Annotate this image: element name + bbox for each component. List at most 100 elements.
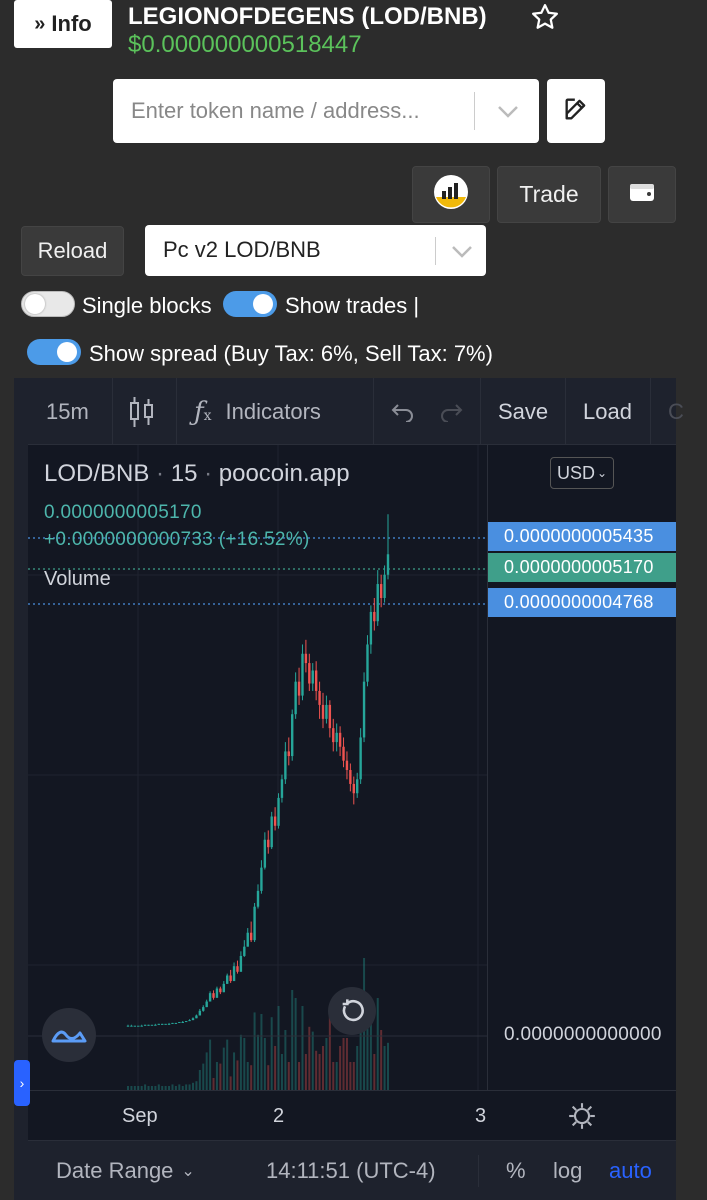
chevron-down-icon[interactable] [491, 97, 525, 125]
candle-body [376, 584, 379, 622]
search-input[interactable] [113, 79, 473, 143]
wallet-button[interactable] [608, 166, 676, 223]
candle-body [167, 1023, 171, 1025]
volume-bar [311, 1031, 314, 1090]
volume-bar [352, 1062, 355, 1090]
log-scale-button[interactable]: log [553, 1141, 582, 1200]
candle-body [280, 779, 284, 798]
volume-bar [380, 1030, 383, 1090]
interval-button[interactable]: 15m [46, 378, 89, 445]
volume-bar [369, 1022, 372, 1090]
price-tag-last: 0.0000000005170 [488, 553, 676, 582]
volume-bar [335, 1062, 338, 1090]
legend-source: poocoin.app [218, 460, 350, 487]
volume-bar [342, 1038, 345, 1090]
pair-select-value: Pc v2 LOD/BNB [163, 237, 321, 262]
save-button[interactable]: Save [498, 378, 548, 445]
candle-body [191, 1018, 195, 1021]
candle-body [277, 797, 280, 826]
candle-body [332, 728, 335, 743]
candle-body [208, 993, 212, 1002]
pair-select[interactable]: Pc v2 LOD/BNB [145, 225, 486, 276]
auto-scale-button[interactable]: auto [609, 1141, 652, 1200]
candle-body [222, 983, 225, 993]
volume-bar [195, 1081, 198, 1090]
single-blocks-toggle[interactable] [21, 291, 75, 317]
candle-body [143, 1024, 147, 1026]
show-spread-toggle[interactable] [27, 339, 81, 365]
token-title: LEGIONOFDEGENS (LOD/BNB) [128, 3, 487, 30]
volume-bar [356, 1046, 359, 1090]
candle-body [338, 732, 342, 747]
chevron-down-icon[interactable] [447, 237, 477, 265]
edit-icon [562, 95, 590, 128]
legend-value: 0.0000000005170 [44, 502, 202, 523]
chevron-down-icon: ⌄ [596, 466, 608, 480]
candle-body [174, 1022, 178, 1024]
candle-body [157, 1023, 160, 1025]
price-scale-zero-label: 0.0000000000000 [504, 1024, 662, 1045]
candle-body [273, 816, 277, 826]
volume-bar [270, 1017, 273, 1090]
favorite-star-icon[interactable] [530, 2, 560, 32]
settings-gear-icon[interactable] [568, 1102, 596, 1130]
more-toolbar-button[interactable]: C [668, 378, 684, 445]
wallet-icon [628, 180, 656, 209]
candle-body [184, 1021, 188, 1023]
indicators-button[interactable]: ƒx Indicators [194, 378, 321, 445]
volume-bar [229, 1076, 232, 1090]
volume-bar [328, 1014, 331, 1090]
indicators-label: Indicators [225, 398, 321, 424]
info-label: Info [51, 11, 92, 36]
time-tick: 2 [273, 1105, 285, 1127]
volume-bar [257, 1034, 259, 1090]
candle-body [318, 690, 321, 705]
single-blocks-label: Single blocks [82, 293, 212, 318]
volume-bar [192, 1082, 194, 1090]
volume-bar [202, 1063, 205, 1090]
volume-bar [219, 1063, 222, 1090]
candle-body [246, 932, 249, 947]
info-button[interactable]: » Info [14, 0, 112, 48]
time-tick: 3 [475, 1105, 487, 1127]
candle-body [342, 746, 345, 761]
percent-scale-button[interactable]: % [506, 1141, 526, 1200]
volume-bar [198, 1070, 201, 1090]
candle-body [215, 988, 219, 998]
volume-bar [304, 1054, 307, 1090]
load-button[interactable]: Load [583, 378, 632, 445]
candle-body [308, 663, 311, 684]
candle-body [263, 839, 267, 868]
candle-body [335, 732, 338, 743]
undo-icon[interactable] [390, 378, 416, 445]
redo-icon[interactable] [438, 378, 464, 445]
volume-bar [387, 1042, 389, 1090]
candle-body [362, 681, 366, 738]
date-range-button[interactable]: Date Range ⌄ [56, 1141, 195, 1200]
show-trades-toggle[interactable] [223, 291, 277, 317]
chart-toolbar: 15m ƒx Indicators Save Load C [28, 378, 684, 445]
candle-body [140, 1025, 143, 1027]
currency-label: USD [556, 462, 595, 483]
volume-bar [212, 1078, 215, 1090]
sidebar-toggle-handle[interactable]: › [14, 1060, 30, 1106]
reload-button[interactable]: Reload [21, 226, 124, 276]
chevrons-right-icon: » [34, 12, 46, 35]
chart-legend: LOD/BNB · 15 · poocoin.app [44, 460, 350, 487]
candle-style-icon[interactable] [128, 378, 156, 445]
token-search[interactable] [113, 79, 539, 143]
volume-bar [318, 1054, 321, 1090]
chart-view-button[interactable] [412, 166, 490, 223]
volume-bar [274, 1046, 277, 1090]
tradingview-chart[interactable]: 15m ƒx Indicators Save Load C LOD/BNB · … [14, 378, 684, 1200]
tradingview-logo-icon[interactable] [42, 1008, 96, 1062]
volume-bar [277, 1006, 280, 1090]
candle-body [232, 966, 236, 982]
chevron-down-icon: ⌄ [181, 1163, 195, 1180]
currency-button[interactable]: USD ⌄ [550, 457, 614, 489]
candle-body [202, 1007, 205, 1011]
trade-button[interactable]: Trade [497, 166, 601, 223]
candle-body [154, 1024, 157, 1026]
edit-button[interactable] [547, 79, 605, 143]
reset-chart-icon[interactable] [328, 987, 376, 1035]
